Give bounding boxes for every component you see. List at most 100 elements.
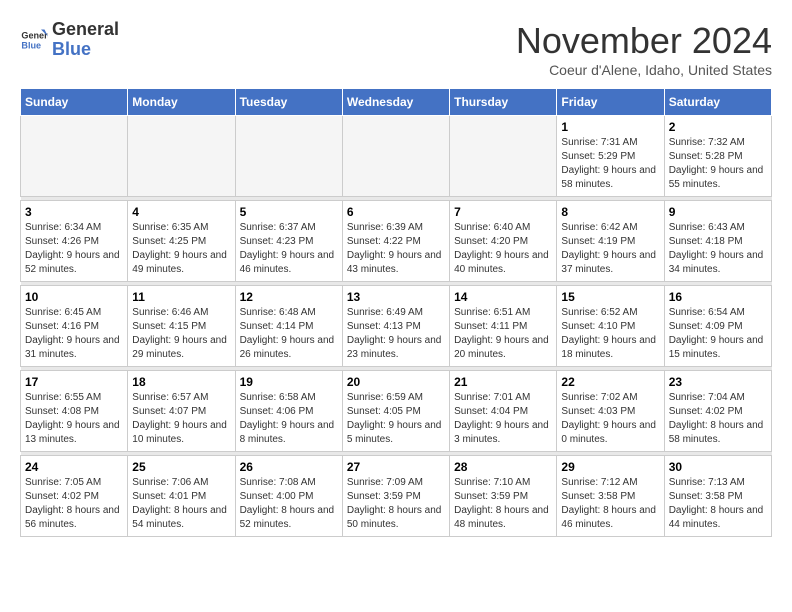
day-info: Sunrise: 7:31 AM Sunset: 5:29 PM Dayligh…: [561, 136, 659, 192]
day-info: Sunrise: 6:59 AM Sunset: 4:05 PM Dayligh…: [347, 391, 445, 447]
page-header: General Blue General Blue November 2024 …: [20, 20, 772, 78]
day-number: 22: [561, 375, 659, 389]
day-number: 23: [669, 375, 767, 389]
day-cell: 29 Sunrise: 7:12 AM Sunset: 3:58 PM Dayli…: [557, 456, 664, 537]
logo-line1: General: [52, 20, 119, 40]
day-info: Sunrise: 6:43 AM Sunset: 4:18 PM Dayligh…: [669, 221, 767, 277]
day-info: Sunrise: 7:02 AM Sunset: 4:03 PM Dayligh…: [561, 391, 659, 447]
day-number: 7: [454, 205, 552, 219]
day-cell: 9 Sunrise: 6:43 AM Sunset: 4:18 PM Daylig…: [664, 201, 771, 282]
day-info: Sunrise: 6:35 AM Sunset: 4:25 PM Dayligh…: [132, 221, 230, 277]
day-info: Sunrise: 6:39 AM Sunset: 4:22 PM Dayligh…: [347, 221, 445, 277]
col-tuesday: Tuesday: [235, 89, 342, 116]
col-sunday: Sunday: [21, 89, 128, 116]
day-cell: 5Sunrise: 6:37 AM Sunset: 4:23 PM Daylig…: [235, 201, 342, 282]
day-cell: 1Sunrise: 7:31 AM Sunset: 5:29 PM Daylig…: [557, 116, 664, 197]
day-info: Sunrise: 6:42 AM Sunset: 4:19 PM Dayligh…: [561, 221, 659, 277]
day-info: Sunrise: 6:54 AM Sunset: 4:09 PM Dayligh…: [669, 306, 767, 362]
day-cell: 4 Sunrise: 6:35 AM Sunset: 4:25 PM Daylig…: [128, 201, 235, 282]
week-row-2: 3 Sunrise: 6:34 AM Sunset: 4:26 PM Daylig…: [21, 201, 772, 282]
day-cell: 3 Sunrise: 6:34 AM Sunset: 4:26 PM Daylig…: [21, 201, 128, 282]
day-number: 17: [25, 375, 123, 389]
day-cell: 11 Sunrise: 6:46 AM Sunset: 4:15 PM Dayli…: [128, 286, 235, 367]
day-cell: 10 Sunrise: 6:45 AM Sunset: 4:16 PM Dayli…: [21, 286, 128, 367]
col-saturday: Saturday: [664, 89, 771, 116]
day-info: Sunrise: 6:55 AM Sunset: 4:08 PM Dayligh…: [25, 391, 123, 447]
day-info: Sunrise: 6:57 AM Sunset: 4:07 PM Dayligh…: [132, 391, 230, 447]
day-number: 2: [669, 120, 767, 134]
month-title: November 2024: [516, 20, 772, 62]
day-number: 13: [347, 290, 445, 304]
day-info: Sunrise: 7:10 AM Sunset: 3:59 PM Dayligh…: [454, 476, 552, 532]
day-number: 29: [561, 460, 659, 474]
day-info: Sunrise: 7:05 AM Sunset: 4:02 PM Dayligh…: [25, 476, 123, 532]
day-info: Sunrise: 6:48 AM Sunset: 4:14 PM Dayligh…: [240, 306, 338, 362]
col-monday: Monday: [128, 89, 235, 116]
day-number: 20: [347, 375, 445, 389]
col-friday: Friday: [557, 89, 664, 116]
logo-icon: General Blue: [20, 26, 48, 54]
day-number: 30: [669, 460, 767, 474]
day-cell: 2 Sunrise: 7:32 AM Sunset: 5:28 PM Daylig…: [664, 116, 771, 197]
calendar-table: Sunday Monday Tuesday Wednesday Thursday…: [20, 88, 772, 537]
day-info: Sunrise: 6:49 AM Sunset: 4:13 PM Dayligh…: [347, 306, 445, 362]
day-info: Sunrise: 6:40 AM Sunset: 4:20 PM Dayligh…: [454, 221, 552, 277]
day-number: 9: [669, 205, 767, 219]
day-cell: 24 Sunrise: 7:05 AM Sunset: 4:02 PM Dayli…: [21, 456, 128, 537]
day-cell: [235, 116, 342, 197]
svg-text:Blue: Blue: [21, 40, 41, 50]
day-number: 11: [132, 290, 230, 304]
day-info: Sunrise: 7:06 AM Sunset: 4:01 PM Dayligh…: [132, 476, 230, 532]
title-area: November 2024 Coeur d'Alene, Idaho, Unit…: [516, 20, 772, 78]
day-number: 14: [454, 290, 552, 304]
day-number: 25: [132, 460, 230, 474]
day-cell: 21 Sunrise: 7:01 AM Sunset: 4:04 PM Dayli…: [450, 371, 557, 452]
day-number: 18: [132, 375, 230, 389]
day-cell: 15Sunrise: 6:52 AM Sunset: 4:10 PM Dayli…: [557, 286, 664, 367]
day-number: 5: [240, 205, 338, 219]
day-cell: 14 Sunrise: 6:51 AM Sunset: 4:11 PM Dayli…: [450, 286, 557, 367]
day-cell: 25 Sunrise: 7:06 AM Sunset: 4:01 PM Dayli…: [128, 456, 235, 537]
day-info: Sunrise: 7:13 AM Sunset: 3:58 PM Dayligh…: [669, 476, 767, 532]
day-number: 26: [240, 460, 338, 474]
day-info: Sunrise: 6:52 AM Sunset: 4:10 PM Dayligh…: [561, 306, 659, 362]
day-cell: 19Sunrise: 6:58 AM Sunset: 4:06 PM Dayli…: [235, 371, 342, 452]
day-info: Sunrise: 7:09 AM Sunset: 3:59 PM Dayligh…: [347, 476, 445, 532]
day-number: 10: [25, 290, 123, 304]
day-number: 3: [25, 205, 123, 219]
day-number: 16: [669, 290, 767, 304]
day-cell: 17 Sunrise: 6:55 AM Sunset: 4:08 PM Dayli…: [21, 371, 128, 452]
day-number: 28: [454, 460, 552, 474]
week-row-4: 17 Sunrise: 6:55 AM Sunset: 4:08 PM Dayli…: [21, 371, 772, 452]
day-cell: 28 Sunrise: 7:10 AM Sunset: 3:59 PM Dayli…: [450, 456, 557, 537]
week-row-3: 10 Sunrise: 6:45 AM Sunset: 4:16 PM Dayli…: [21, 286, 772, 367]
day-cell: 7 Sunrise: 6:40 AM Sunset: 4:20 PM Daylig…: [450, 201, 557, 282]
col-thursday: Thursday: [450, 89, 557, 116]
day-cell: 16 Sunrise: 6:54 AM Sunset: 4:09 PM Dayli…: [664, 286, 771, 367]
day-info: Sunrise: 7:04 AM Sunset: 4:02 PM Dayligh…: [669, 391, 767, 447]
day-info: Sunrise: 6:51 AM Sunset: 4:11 PM Dayligh…: [454, 306, 552, 362]
header-row: Sunday Monday Tuesday Wednesday Thursday…: [21, 89, 772, 116]
day-info: Sunrise: 6:34 AM Sunset: 4:26 PM Dayligh…: [25, 221, 123, 277]
day-number: 24: [25, 460, 123, 474]
day-cell: 12 Sunrise: 6:48 AM Sunset: 4:14 PM Dayli…: [235, 286, 342, 367]
day-cell: [21, 116, 128, 197]
col-wednesday: Wednesday: [342, 89, 449, 116]
day-cell: 23 Sunrise: 7:04 AM Sunset: 4:02 PM Dayli…: [664, 371, 771, 452]
day-cell: 13 Sunrise: 6:49 AM Sunset: 4:13 PM Dayli…: [342, 286, 449, 367]
day-number: 12: [240, 290, 338, 304]
day-cell: [450, 116, 557, 197]
day-info: Sunrise: 6:46 AM Sunset: 4:15 PM Dayligh…: [132, 306, 230, 362]
day-cell: 8Sunrise: 6:42 AM Sunset: 4:19 PM Daylig…: [557, 201, 664, 282]
day-cell: 27 Sunrise: 7:09 AM Sunset: 3:59 PM Dayli…: [342, 456, 449, 537]
day-number: 4: [132, 205, 230, 219]
day-number: 21: [454, 375, 552, 389]
day-info: Sunrise: 7:12 AM Sunset: 3:58 PM Dayligh…: [561, 476, 659, 532]
day-cell: 22 Sunrise: 7:02 AM Sunset: 4:03 PM Dayli…: [557, 371, 664, 452]
day-info: Sunrise: 6:45 AM Sunset: 4:16 PM Dayligh…: [25, 306, 123, 362]
logo-wordmark: General Blue: [52, 20, 119, 60]
day-info: Sunrise: 7:08 AM Sunset: 4:00 PM Dayligh…: [240, 476, 338, 532]
day-info: Sunrise: 7:32 AM Sunset: 5:28 PM Dayligh…: [669, 136, 767, 192]
day-number: 27: [347, 460, 445, 474]
day-info: Sunrise: 7:01 AM Sunset: 4:04 PM Dayligh…: [454, 391, 552, 447]
